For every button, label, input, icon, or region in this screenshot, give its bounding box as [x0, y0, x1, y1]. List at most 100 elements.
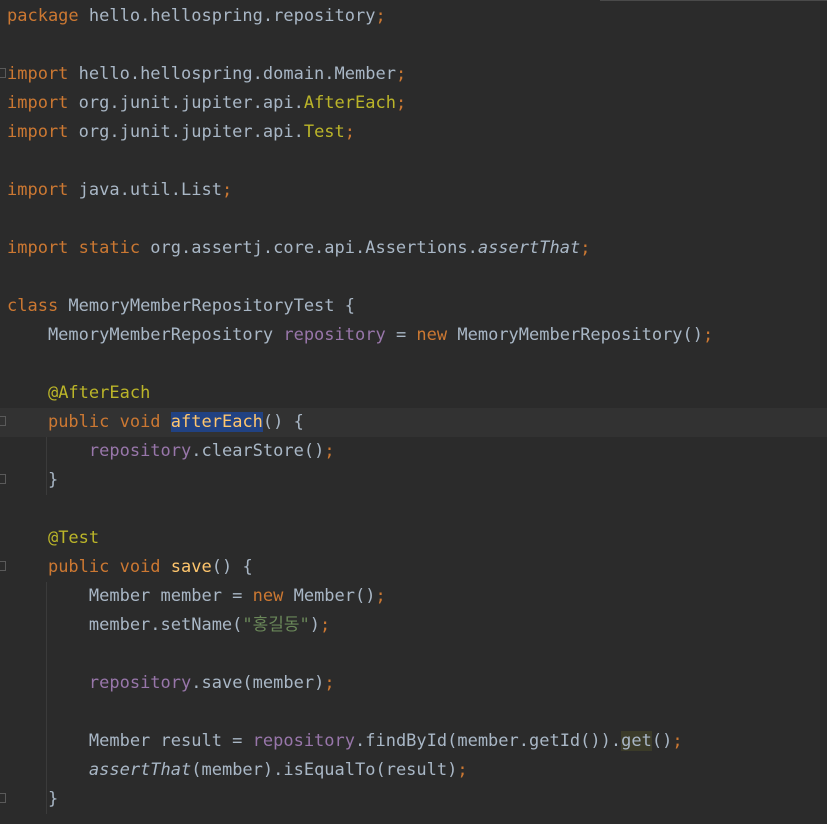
code-line[interactable]: import org.junit.jupiter.api.Test;: [0, 118, 827, 147]
code-token: org.junit.jupiter.api.: [68, 122, 304, 142]
code-text: import org.junit.jupiter.api.AfterEach;: [7, 89, 406, 118]
code-token: org.junit.jupiter.api.: [68, 93, 304, 113]
code-line[interactable]: import hello.hellospring.domain.Member;: [0, 60, 827, 89]
code-editor[interactable]: package hello.hellospring.repository; imp…: [0, 0, 827, 824]
code-text: package hello.hellospring.repository;: [7, 2, 386, 31]
code-line[interactable]: Member result = repository.findById(memb…: [0, 727, 827, 756]
code-token: .save(member): [191, 673, 325, 693]
code-line[interactable]: [0, 205, 827, 234]
code-text: Member member = new Member();: [7, 582, 386, 611]
code-line[interactable]: MemoryMemberRepository repository = new …: [0, 321, 827, 350]
code-token: ;: [395, 93, 407, 113]
code-token: .clearStore(): [191, 441, 325, 461]
code-line[interactable]: [0, 263, 827, 292]
code-text: repository.save(member);: [7, 669, 335, 698]
code-token: ;: [395, 64, 407, 84]
code-token: get: [621, 731, 652, 751]
indent-guide: [46, 437, 47, 495]
code-token: afterEach: [170, 412, 263, 432]
code-text: public void afterEach() {: [7, 408, 304, 437]
code-token: import static: [7, 238, 141, 258]
code-token: import: [7, 122, 69, 142]
code-line[interactable]: import static org.assertj.core.api.Asser…: [0, 234, 827, 263]
code-text: }: [7, 466, 58, 495]
fold-marker-icon[interactable]: [0, 793, 6, 803]
code-line[interactable]: }: [0, 785, 827, 814]
code-text: assertThat(member).isEqualTo(result);: [7, 756, 468, 785]
code-line[interactable]: public void save() {: [0, 553, 827, 582]
code-token: Member result =: [7, 731, 253, 751]
code-token: }: [7, 470, 59, 490]
code-token: MemoryMemberRepositoryTest {: [58, 296, 355, 316]
code-line[interactable]: package hello.hellospring.repository;: [0, 2, 827, 31]
code-text: @AfterEach: [7, 379, 150, 408]
code-line[interactable]: import java.util.List;: [0, 176, 827, 205]
code-line[interactable]: Member member = new Member();: [0, 582, 827, 611]
code-line[interactable]: repository.save(member);: [0, 669, 827, 698]
code-token: new: [252, 586, 284, 606]
code-token: public void: [47, 557, 161, 577]
code-text: import java.util.List;: [7, 176, 232, 205]
code-line[interactable]: member.setName("홍길동");: [0, 611, 827, 640]
code-token: MemoryMemberRepository: [7, 325, 284, 345]
code-line[interactable]: assertThat(member).isEqualTo(result);: [0, 756, 827, 785]
code-token: }: [7, 789, 59, 809]
code-token: @AfterEach: [47, 383, 151, 403]
code-token: ;: [324, 673, 335, 693]
code-token: java.util.List: [68, 180, 222, 200]
code-token: AfterEach: [303, 93, 396, 113]
code-token: .findById(member.getId()).: [355, 731, 622, 751]
code-text: MemoryMemberRepository repository = new …: [7, 321, 713, 350]
code-line[interactable]: [0, 640, 827, 669]
code-token: package: [7, 6, 79, 26]
code-token: ;: [457, 760, 468, 780]
code-token: new: [416, 325, 448, 345]
code-token: (): [651, 731, 673, 751]
code-token: hello.hellospring.repository: [78, 6, 376, 26]
code-token: repository: [88, 673, 192, 693]
code-line[interactable]: class MemoryMemberRepositoryTest {: [0, 292, 827, 321]
fold-marker-icon[interactable]: [0, 416, 6, 426]
code-token: Member(): [283, 586, 376, 606]
code-token: import: [7, 93, 69, 113]
code-token: hello.hellospring.domain.Member: [68, 64, 396, 84]
code-line[interactable]: [0, 698, 827, 727]
code-line[interactable]: [0, 147, 827, 176]
code-text: Member result = repository.findById(memb…: [7, 727, 683, 756]
code-text: import static org.assertj.core.api.Asser…: [7, 234, 590, 263]
code-token: @Test: [47, 528, 100, 548]
indent-guide: [46, 582, 47, 814]
code-token: repository: [283, 325, 386, 345]
code-line[interactable]: [0, 31, 827, 60]
editor-top-edge: [600, 0, 827, 1]
code-token: () {: [211, 557, 253, 577]
code-token: class: [7, 296, 59, 316]
fold-marker-icon[interactable]: [0, 68, 6, 78]
code-token: ;: [344, 122, 356, 142]
code-text: public void save() {: [7, 553, 253, 582]
code-token: assertThat: [88, 760, 192, 780]
fold-marker-icon[interactable]: [0, 561, 6, 571]
code-token: Test: [303, 122, 345, 142]
code-token: public void: [47, 412, 161, 432]
code-line[interactable]: repository.clearStore();: [0, 437, 827, 466]
code-token: ;: [580, 238, 591, 258]
code-line[interactable]: @Test: [0, 524, 827, 553]
code-line[interactable]: }: [0, 466, 827, 495]
code-token: ;: [375, 586, 386, 606]
code-token: repository: [88, 441, 192, 461]
code-token: Member member =: [7, 586, 253, 606]
code-token: (member).isEqualTo(result): [191, 760, 458, 780]
code-line[interactable]: [0, 350, 827, 379]
code-line[interactable]: public void afterEach() {: [0, 408, 827, 437]
code-line[interactable]: @AfterEach: [0, 379, 827, 408]
code-token: MemoryMemberRepository(): [447, 325, 704, 345]
fold-marker-icon[interactable]: [0, 474, 6, 484]
code-token: ): [309, 615, 321, 635]
code-line[interactable]: [0, 495, 827, 524]
code-line[interactable]: import org.junit.jupiter.api.AfterEach;: [0, 89, 827, 118]
